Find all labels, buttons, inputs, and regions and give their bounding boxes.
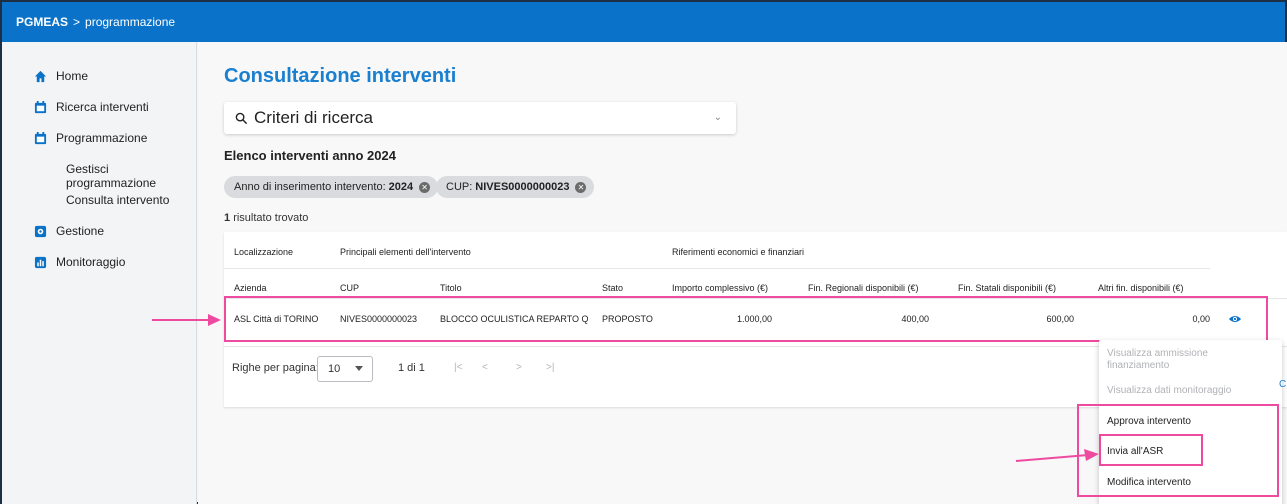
menu-item-visualizza-monitoraggio[interactable]: Visualizza dati monitoraggio xyxy=(1107,385,1231,396)
chip-value: NIVES0000000023 xyxy=(475,181,570,193)
search-icon xyxy=(235,112,248,124)
previous-page-button[interactable]: < xyxy=(482,362,488,373)
chevron-down-icon[interactable]: ⌄ xyxy=(714,112,722,123)
sidebar-item-gestione[interactable]: Gestione xyxy=(34,224,104,238)
group-header-riferimenti: Riferimenti economici e finanziari xyxy=(672,247,805,257)
chart-icon xyxy=(34,256,47,268)
chip-value: 2024 xyxy=(388,181,414,193)
page-title: Consultazione interventi xyxy=(224,65,457,87)
sidebar-item-gestisci-programmazione[interactable]: Gestisci programmazione xyxy=(66,162,196,190)
results-text: risultato trovato xyxy=(233,212,309,224)
group-header-principali-elementi: Principali elementi dell'intervento xyxy=(340,247,471,257)
last-page-button[interactable]: >| xyxy=(546,362,554,373)
sidebar-item-home[interactable]: Home xyxy=(34,69,88,83)
app-window: PGMEAS > programmazione Home Ricerca int… xyxy=(0,0,1287,504)
first-page-button[interactable]: |< xyxy=(454,362,462,373)
sidebar-item-label: Ricerca interventi xyxy=(56,100,149,114)
rows-per-page-value: 10 xyxy=(328,363,341,375)
arrow-icon xyxy=(1016,449,1099,462)
sidebar-item-programmazione[interactable]: Programmazione xyxy=(34,131,147,145)
sidebar: Home Ricerca interventi Programmazione G… xyxy=(2,42,197,504)
list-title: Elenco interventi anno 2024 xyxy=(224,148,396,163)
chip-label: CUP: xyxy=(446,181,473,193)
column-header-altri-fin[interactable]: Altri fin. disponibili (€) xyxy=(1098,283,1184,293)
gear-icon xyxy=(34,225,47,237)
invia-annotation-highlight xyxy=(1099,434,1203,466)
close-icon[interactable]: ✕ xyxy=(575,181,587,193)
clipped-text: C xyxy=(1279,379,1287,390)
filter-chip-cup[interactable]: CUP: NIVES0000000023 ✕ xyxy=(436,176,595,198)
sidebar-item-label: Monitoraggio xyxy=(56,255,126,269)
column-header-fin-statali[interactable]: Fin. Statali disponibili (€) xyxy=(958,283,1056,293)
rows-per-page-select[interactable]: 10 xyxy=(317,356,373,382)
next-page-button[interactable]: > xyxy=(516,362,522,373)
sidebar-item-consulta-intervento[interactable]: Consulta intervento xyxy=(66,193,169,207)
chip-label: Anno di inserimento intervento: xyxy=(234,181,386,193)
sidebar-item-label: Gestione xyxy=(56,224,105,238)
sidebar-item-label: Home xyxy=(56,69,89,83)
column-header-fin-regionali[interactable]: Fin. Regionali disponibili (€) xyxy=(808,283,919,293)
results-number: 1 xyxy=(224,212,231,224)
app-name[interactable]: PGMEAS xyxy=(16,15,68,29)
row-annotation-highlight xyxy=(224,296,1268,342)
calendar-icon xyxy=(34,100,47,113)
breadcrumb-section[interactable]: programmazione xyxy=(85,15,175,29)
caret-down-icon xyxy=(355,366,363,371)
divider xyxy=(224,268,1210,269)
page-range: 1 di 1 xyxy=(398,362,425,374)
search-criteria-label: Criteri di ricerca xyxy=(254,108,374,127)
results-count: 1 risultato trovato xyxy=(224,212,308,224)
top-bar: PGMEAS > programmazione xyxy=(2,2,1285,42)
column-header-titolo[interactable]: Titolo xyxy=(440,283,462,293)
sidebar-item-label: Gestisci programmazione xyxy=(66,162,157,190)
column-header-cup[interactable]: CUP xyxy=(340,283,359,293)
sidebar-item-ricerca-interventi[interactable]: Ricerca interventi xyxy=(34,100,149,114)
home-icon xyxy=(34,70,47,82)
close-icon[interactable]: ✕ xyxy=(419,181,431,193)
search-criteria-panel[interactable]: Criteri di ricerca ⌄ xyxy=(224,102,736,134)
filter-chip-anno[interactable]: Anno di inserimento intervento: 2024 ✕ xyxy=(224,176,439,198)
menu-item-visualizza-ammissione[interactable]: Visualizza ammissione finanziamento xyxy=(1107,348,1267,372)
calendar-icon xyxy=(34,131,47,144)
arrow-icon xyxy=(152,314,221,326)
sidebar-item-label: Consulta intervento xyxy=(66,193,170,207)
breadcrumb-separator: > xyxy=(73,15,81,29)
rows-per-page-label: Righe per pagina: xyxy=(232,362,319,374)
sidebar-item-label: Programmazione xyxy=(56,131,148,145)
column-header-azienda[interactable]: Azienda xyxy=(234,283,267,293)
group-header-localizzazione: Localizzazione xyxy=(234,247,294,257)
column-header-stato[interactable]: Stato xyxy=(602,283,623,293)
sidebar-item-monitoraggio[interactable]: Monitoraggio xyxy=(34,255,125,269)
column-header-importo[interactable]: Importo complessivo (€) xyxy=(672,283,768,293)
